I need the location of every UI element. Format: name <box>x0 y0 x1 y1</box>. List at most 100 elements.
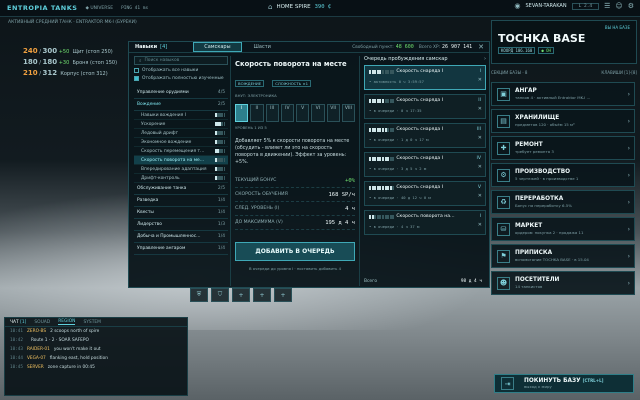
section-icon: ⛁ <box>497 222 510 236</box>
tab-system[interactable]: SYSTEM <box>83 320 101 325</box>
level-button[interactable]: VIII <box>341 104 355 122</box>
search-icon: ⌕ <box>139 58 142 64</box>
subskill-item[interactable]: Дрифт-контроль <box>134 174 228 183</box>
tab-shasti[interactable]: Шасти <box>254 44 271 50</box>
base-section-item[interactable]: ✚ РЕМОНТ требует ремонта 3 › <box>491 136 635 160</box>
base-section-item[interactable]: ⚙ ПРОИЗВОДСТВО 5 чертежей · в производстве… <box>491 163 635 187</box>
subskill-item[interactable]: Экономное вождение <box>134 138 228 147</box>
universe-label[interactable]: ◆ UNIVERSE <box>85 6 113 11</box>
base-section-item[interactable]: ▤ ХРАНИЛИЩЕ предметов 120 · объём 15 м³ › <box>491 109 635 133</box>
tab-chat[interactable]: ЧАТ [1] <box>10 320 26 325</box>
add-to-queue-button[interactable]: ДОБАВИТЬ В ОЧЕРЕДЬ <box>235 242 355 261</box>
close-icon[interactable]: ✕ <box>478 106 482 112</box>
notification-icon[interactable]: ☰ <box>604 2 610 10</box>
active-tank-label: АКТИВНЫЙ СРЕДНИЙ ТАНК · ENTRAKTOR MK-I (… <box>8 20 137 25</box>
base-section-item[interactable]: ♻ ПЕРЕРАБОТКА Бонус на переработку 6.5% › <box>491 190 635 214</box>
exit-icon: ⇥ <box>501 377 514 390</box>
queue-item[interactable]: Скорость снаряда I IV • в очереди · 3 д 5 … <box>364 152 486 177</box>
queue-item[interactable]: Скорость поворота на… I • в очереди · 4 ч … <box>364 210 486 235</box>
section-name: РЕМОНТ <box>515 141 543 148</box>
level-button[interactable]: VII <box>326 104 340 122</box>
close-icon[interactable]: ✕ <box>478 43 484 51</box>
close-icon[interactable]: ✕ <box>478 164 482 170</box>
section-name: ПЕРЕРАБОТКА <box>515 195 564 202</box>
close-icon[interactable]: ✕ <box>478 222 482 228</box>
base-section-item[interactable]: ⚑ ПРИПИСКА вспомогание TOCHKA BASE · в 15.… <box>491 244 635 268</box>
leave-base-button[interactable]: ⇥ ПОКИНУТЬ БАЗУ [CTRL+L] выход к миру <box>494 374 634 393</box>
base-section-item[interactable]: ⛁ МАРКЕТ ордеров: покупка 2 · продажа 11 › <box>491 217 635 241</box>
level-button[interactable]: I <box>235 104 249 122</box>
hotbar-slot[interactable]: + <box>232 288 250 302</box>
chevron-right-icon: › <box>627 252 630 260</box>
close-icon[interactable]: ✕ <box>478 77 482 83</box>
section-name: ПОСЕТИТЕЛИ <box>515 276 560 283</box>
show-learned-toggle[interactable]: Отображать полностью изученные <box>134 76 228 81</box>
chat-tabs: ЧАТ [1] SOUAD REGION SYSTEM <box>5 318 187 327</box>
armor-status: 180 / 180 +30 Броня (стоп 150) <box>23 58 118 66</box>
section-icon: ⚑ <box>497 249 510 263</box>
category-item[interactable]: Разведка 1/4 <box>134 195 228 207</box>
category-item[interactable]: Управление орудиями 4/5 <box>134 87 228 99</box>
chevron-right-icon[interactable]: › <box>484 56 486 62</box>
subskill-item[interactable]: Навыки вождения I <box>134 111 228 120</box>
section-subtitle: вспомогание TOCHKA BASE · в 15.04 <box>515 256 589 262</box>
category-item[interactable]: Добыча и Промышленнос… 1/4 <box>134 231 228 243</box>
category-item-driving[interactable]: Вождение 2/5 <box>134 99 228 111</box>
base-section-item[interactable]: ▣ АНГАР танков 4 · активный Entraktor MK-I… <box>491 82 635 106</box>
category-item[interactable]: Квесты 1/4 <box>134 207 228 219</box>
queue-item[interactable]: Скорость снаряда I II • в очереди · 0 ч 17… <box>364 94 486 119</box>
skill-title: Скорость поворота на месте <box>235 60 347 68</box>
category-item[interactable]: Обслуживание танка 2/5 <box>134 183 228 195</box>
level-selector: I II III IV V VI VII VIII <box>235 104 355 122</box>
hotbar-slot[interactable]: ⛨ <box>190 288 208 302</box>
show-all-toggle[interactable]: Отображать все навыки <box>134 68 228 73</box>
hotbar-slot[interactable]: + <box>274 288 292 302</box>
subskill-item[interactable]: Ускорение <box>134 120 228 129</box>
ping-label: PING 41 ms <box>121 5 149 11</box>
profile-icon[interactable]: ☺ <box>615 2 622 10</box>
hotbar-slot[interactable]: ⛉ <box>211 288 229 302</box>
hotbar: ⛨ ⛉ + + + <box>190 288 292 302</box>
level-button[interactable]: IV <box>280 104 294 122</box>
queue-item[interactable]: Скорость снаряда I I • активность 0 ч 3:59… <box>364 65 486 90</box>
level-button[interactable]: VI <box>311 104 325 122</box>
stat-row: ТЕКУЩИЙ БОНУС +0% <box>235 174 355 188</box>
queue-title: Очередь пробуждения самскар <box>364 56 448 62</box>
section-icon: ⚙ <box>497 168 510 182</box>
level-button[interactable]: III <box>265 104 279 122</box>
base-section-item[interactable]: ☻ ПОСЕТИТЕЛИ 14 танкистов › <box>491 271 635 295</box>
settings-icon[interactable]: ⚙ <box>628 2 634 10</box>
level-button[interactable]: V <box>296 104 310 122</box>
tab-samskary[interactable]: Самскары <box>193 42 242 52</box>
skill-requirement: ВНУТ: ЭЛЕКТРОНИКА <box>235 93 277 98</box>
skill-level-bars <box>215 122 225 126</box>
queue-item-name: Скорость снаряда I II <box>369 98 481 103</box>
skills-panel-header: Навыки [4] Самскары Шасти Свободный пунк… <box>129 42 489 53</box>
tab-region[interactable]: REGION <box>58 319 76 325</box>
tab-squad[interactable]: SOUAD <box>34 320 50 325</box>
search-input[interactable]: ⌕ Поиск навыков <box>134 56 228 65</box>
chat-message: 10:42 Route 1 - 2 · SOAR SAFEPO <box>10 338 89 343</box>
subskill-item[interactable]: Скорость поворота на ме… <box>134 156 228 165</box>
queue-item[interactable]: Скорость снаряда I V • в очереди · 40 д 12… <box>364 181 486 206</box>
subskill-item[interactable]: Скорость перемещения т… <box>134 147 228 156</box>
category-item[interactable]: Лидерство 1/3 <box>134 219 228 231</box>
category-item[interactable]: Управление ангаром 1/4 <box>134 243 228 255</box>
queue-item-name: Скорость снаряда IV <box>369 185 481 190</box>
hotbar-slot[interactable]: + <box>253 288 271 302</box>
skill-level-bars <box>215 158 225 162</box>
queue-item[interactable]: Скорость снаряда I III • в очереди · 1 д 0… <box>364 123 486 148</box>
close-icon[interactable]: ✕ <box>478 193 482 199</box>
base-panel: ВЫ НА БАЗЕ TOCHKA BASE КООРД 106.160 ● О… <box>491 20 637 320</box>
subskill-item[interactable]: Ледовый дрифт <box>134 129 228 138</box>
username[interactable]: SEVAN-TARAKAN <box>526 3 567 9</box>
queue-note: В очереди до уровня I · поставить добави… <box>248 266 342 271</box>
skill-tree: ⌕ Поиск навыков Отображать все навыки Ото… <box>134 56 228 286</box>
top-bar: ENTROPIA TANKS ◆ UNIVERSE PING 41 ms ⌂ H… <box>0 0 640 17</box>
subskill-item[interactable]: Впередирование адаптация <box>134 165 228 174</box>
chevron-right-icon: › <box>627 198 630 206</box>
level-button[interactable]: II <box>250 104 264 122</box>
avatar-icon[interactable]: ◉ <box>514 2 520 10</box>
close-icon[interactable]: ✕ <box>478 135 482 141</box>
hotkeys-label: КЛАВИШИ [1]-[8] <box>601 70 637 75</box>
